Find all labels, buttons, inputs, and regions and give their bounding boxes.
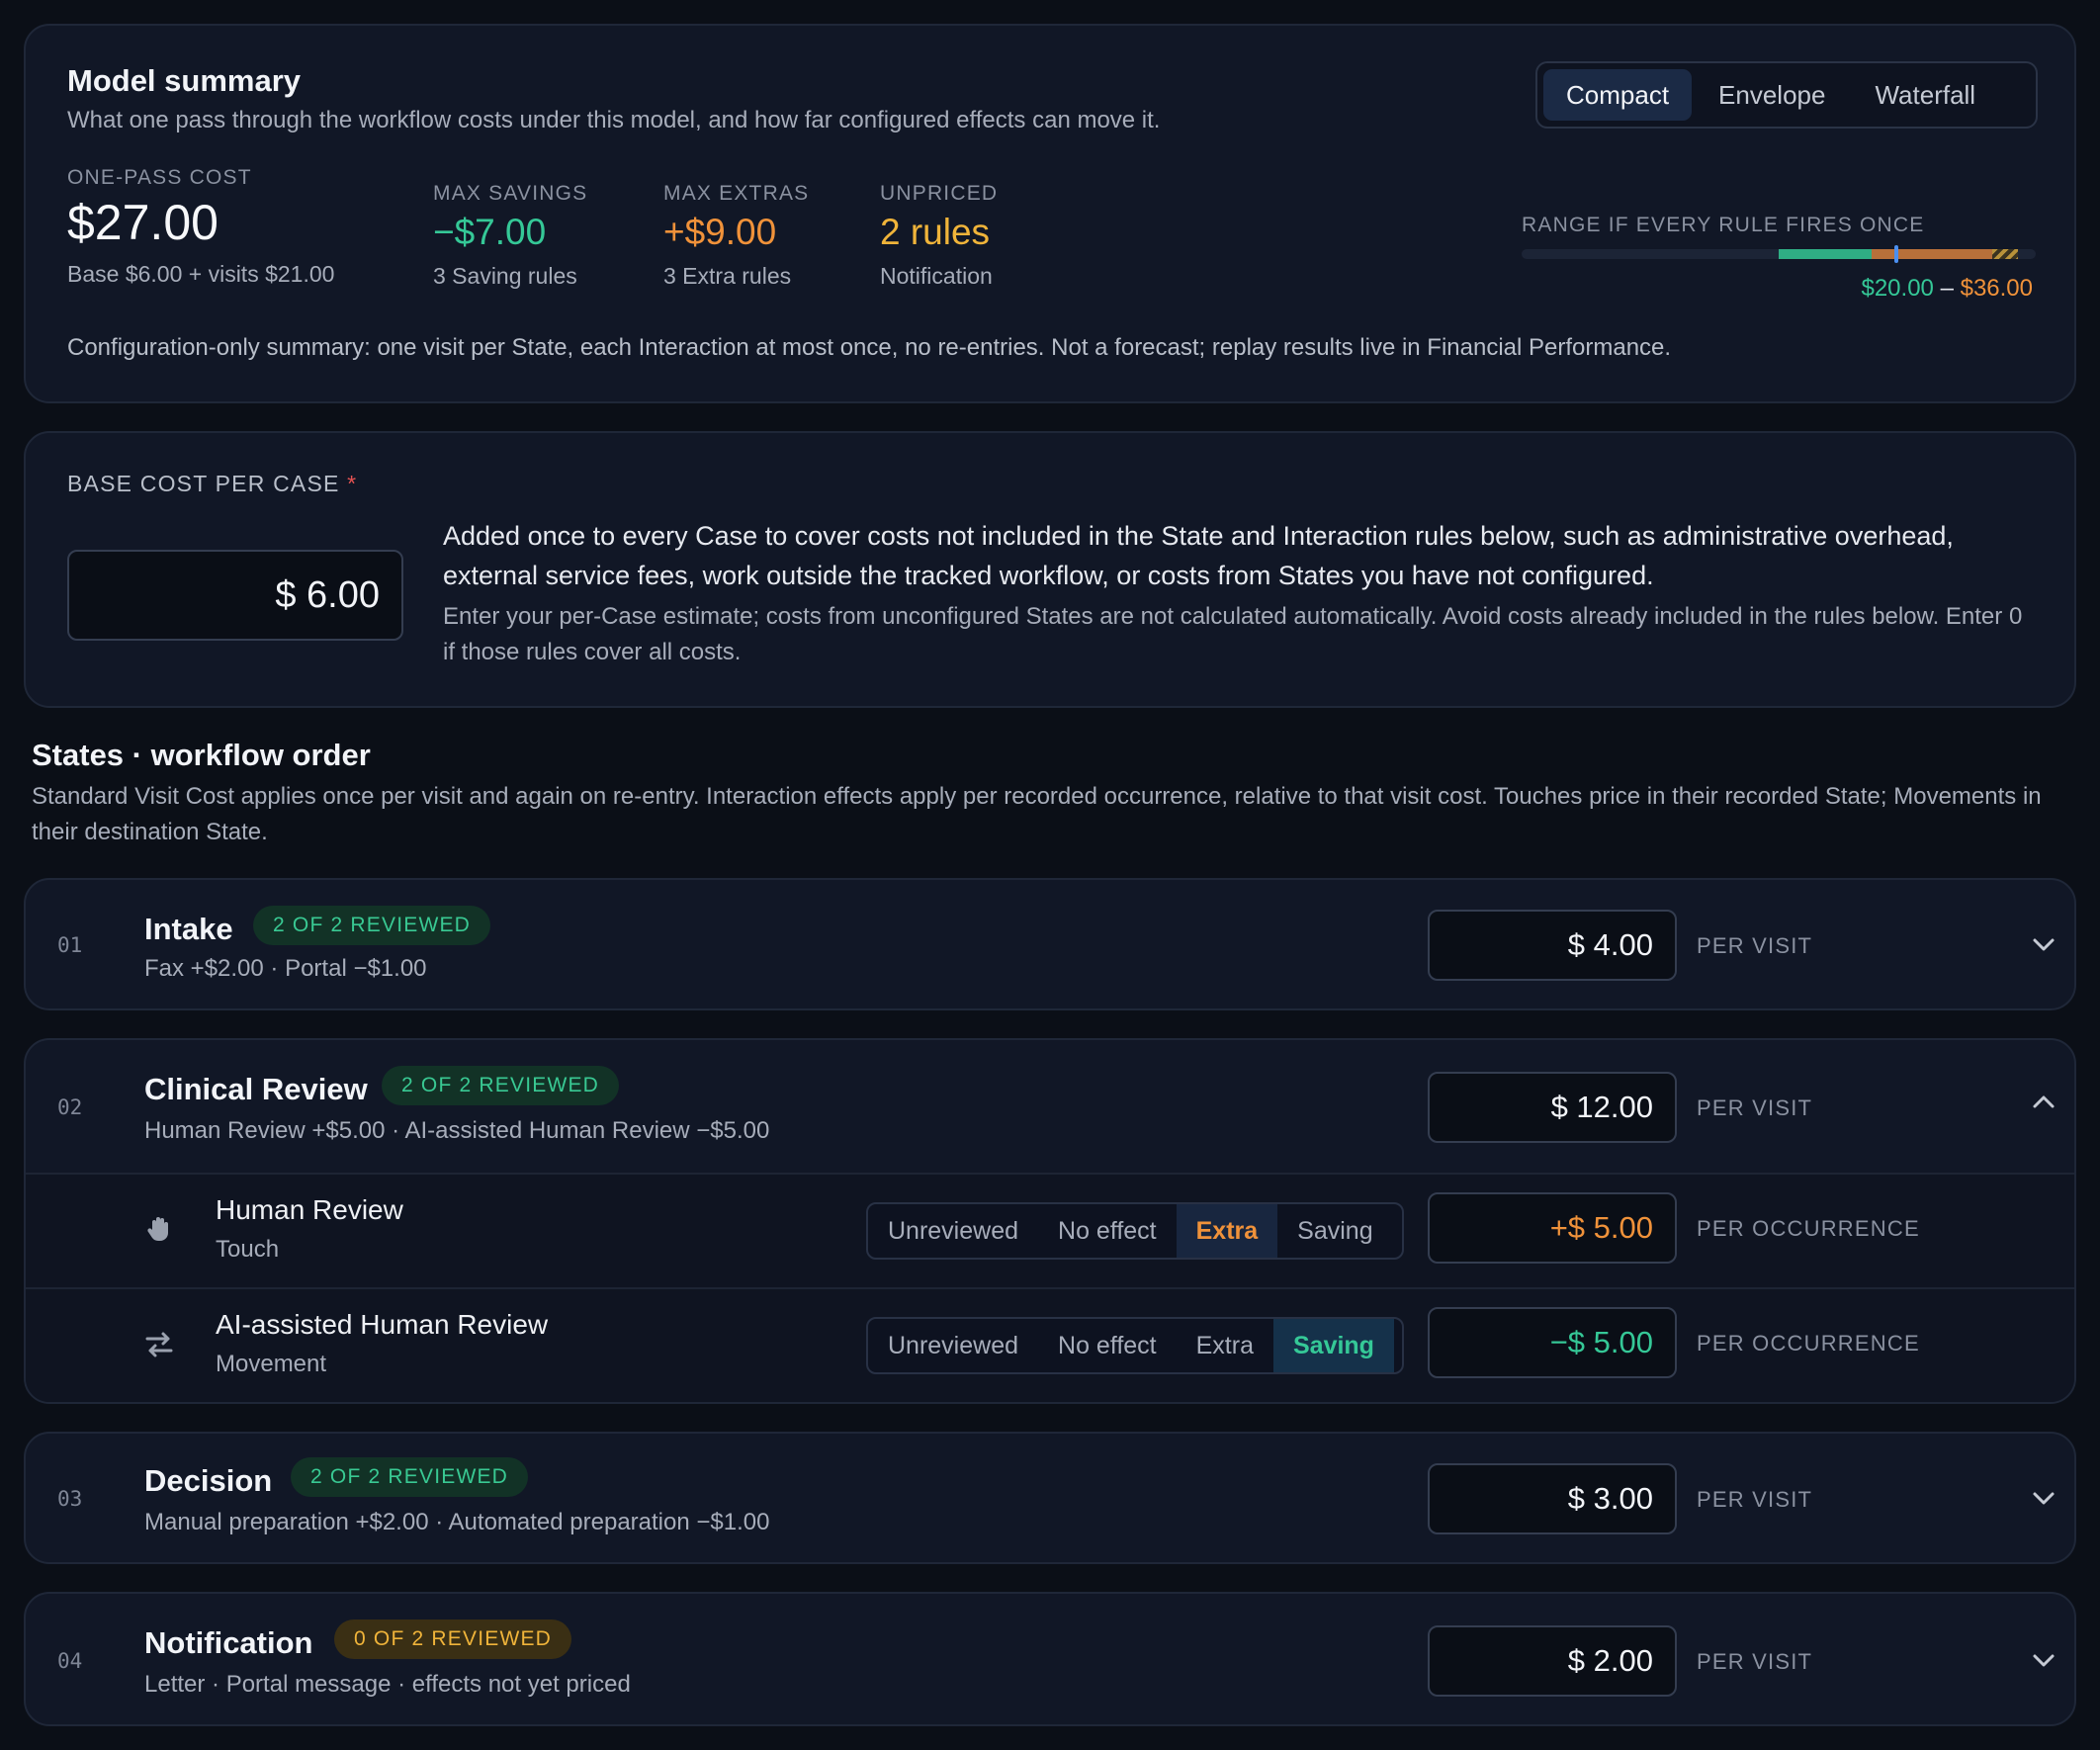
effect-extra-option[interactable]: Extra: [1177, 1319, 1273, 1372]
view-compact-button[interactable]: Compact: [1543, 69, 1693, 121]
state-card-notification[interactable]: 04 Notification 0 OF 2 REVIEWED Letter ·…: [24, 1592, 2076, 1726]
review-status-badge: 0 OF 2 REVIEWED: [334, 1619, 572, 1659]
hand-icon: [147, 1217, 168, 1241]
max-extras-label: MAX EXTRAS: [663, 182, 810, 205]
max-savings-value: −$7.00: [433, 212, 547, 252]
state-number: 01: [57, 933, 83, 957]
base-cost-note: Enter your per-Case estimate; costs from…: [443, 603, 2023, 665]
interaction-name: Human Review: [216, 1194, 403, 1225]
unpriced-label: UNPRICED: [880, 182, 999, 205]
required-marker: *: [347, 471, 358, 496]
interaction-row-human-review: Human Review Touch Unreviewed No effect …: [26, 1173, 2074, 1287]
state-effects-summary: Letter · Portal message · effects not ye…: [144, 1671, 631, 1698]
max-extras-sub: 3 Extra rules: [663, 263, 792, 289]
state-effects-summary: Fax +$2.00 · Portal −$1.00: [144, 955, 427, 982]
one-pass-breakdown: Base $6.00 + visits $21.00: [67, 261, 335, 287]
unpriced-value: 2 rules: [880, 212, 991, 252]
base-cost-input[interactable]: $ 6.00: [67, 550, 403, 641]
summary-footnote: Configuration-only summary: one visit pe…: [67, 334, 1672, 361]
states-description: Standard Visit Cost applies once per vis…: [32, 783, 2042, 845]
effect-saving-option[interactable]: Saving: [1277, 1204, 1392, 1258]
visit-cost-input[interactable]: $ 2.00: [1428, 1625, 1677, 1697]
state-name: Clinical Review: [144, 1072, 368, 1106]
range-current-marker: [1894, 245, 1898, 263]
view-waterfall-button[interactable]: Waterfall: [1852, 69, 1998, 121]
effect-extra-option[interactable]: Extra: [1176, 1204, 1278, 1258]
state-effects-summary: Human Review +$5.00 · AI-assisted Human …: [144, 1117, 770, 1144]
effect-unreviewed-option[interactable]: Unreviewed: [868, 1204, 1038, 1258]
model-summary-card: Model summary What one pass through the …: [24, 24, 2076, 403]
one-pass-value: $27.00: [67, 195, 219, 250]
state-number: 02: [57, 1095, 83, 1119]
arrows-swap-icon: [145, 1332, 173, 1357]
effect-unreviewed-option[interactable]: Unreviewed: [868, 1319, 1038, 1372]
review-status-badge: 2 OF 2 REVIEWED: [382, 1066, 620, 1105]
effect-no-effect-option[interactable]: No effect: [1038, 1319, 1177, 1372]
base-cost-card: BASE COST PER CASE * $ 6.00 Added once t…: [24, 431, 2076, 708]
max-savings-sub: 3 Saving rules: [433, 263, 577, 289]
effect-no-effect-option[interactable]: No effect: [1038, 1204, 1177, 1258]
state-effects-summary: Manual preparation +$2.00 · Automated pr…: [144, 1509, 770, 1535]
state-number: 03: [57, 1487, 83, 1511]
max-savings-label: MAX SAVINGS: [433, 182, 588, 205]
max-savings-metric: MAX SAVINGS −$7.00 3 Saving rules: [433, 182, 587, 290]
range-extras-segment: [1872, 249, 1992, 259]
state-number: 04: [57, 1649, 83, 1673]
state-card-intake[interactable]: 01 Intake 2 OF 2 REVIEWED Fax +$2.00 · P…: [24, 878, 2076, 1010]
chevron-down-icon[interactable]: [2029, 1483, 2058, 1513]
range-separator: –: [1940, 275, 1954, 302]
range-label: RANGE IF EVERY RULE FIRES ONCE: [1522, 214, 1925, 236]
chevron-down-icon[interactable]: [2029, 1645, 2058, 1675]
range-bar: [1522, 249, 2036, 259]
review-status-badge: 2 OF 2 REVIEWED: [291, 1457, 529, 1497]
state-card-clinical-review[interactable]: 02 Clinical Review 2 OF 2 REVIEWED Human…: [24, 1038, 2076, 1404]
unpriced-metric: UNPRICED 2 rules Notification: [880, 182, 998, 290]
view-switcher: Compact Envelope Waterfall: [1535, 61, 2038, 129]
base-cost-label-text: BASE COST PER CASE: [67, 471, 340, 496]
unit-label: PER VISIT: [1697, 1649, 1813, 1674]
state-name: Decision: [144, 1463, 273, 1498]
base-cost-description: Added once to every Case to cover costs …: [443, 521, 1954, 590]
effect-selector: Unreviewed No effect Extra Saving: [866, 1317, 1404, 1374]
interaction-name: AI-assisted Human Review: [216, 1309, 549, 1340]
one-pass-label: ONE-PASS COST: [67, 166, 252, 189]
view-envelope-button[interactable]: Envelope: [1696, 69, 1848, 121]
range-values: $20.00 – $36.00: [1861, 275, 2033, 303]
state-name: Intake: [144, 912, 233, 946]
state-card-decision[interactable]: 03 Decision 2 OF 2 REVIEWED Manual prepa…: [24, 1432, 2076, 1564]
chevron-up-icon[interactable]: [2029, 1088, 2058, 1117]
unit-label: PER VISIT: [1697, 933, 1813, 958]
one-pass-metric: ONE-PASS COST $27.00 Base $6.00 + visits…: [67, 166, 334, 288]
effect-selector: Unreviewed No effect Extra Saving: [866, 1202, 1404, 1260]
visit-cost-input[interactable]: $ 12.00: [1428, 1072, 1677, 1143]
range-unpriced-segment: [1992, 249, 2018, 259]
unit-label: PER VISIT: [1697, 1095, 1813, 1120]
max-extras-value: +$9.00: [663, 212, 777, 252]
occurrence-amount-input[interactable]: −$ 5.00: [1428, 1307, 1677, 1378]
unit-label: PER OCCURRENCE: [1697, 1216, 1920, 1241]
chevron-down-icon[interactable]: [2029, 929, 2058, 959]
effect-saving-option[interactable]: Saving: [1272, 1319, 1394, 1372]
range-high: $36.00: [1960, 275, 2033, 302]
interaction-row-ai-assisted-human-review: AI-assisted Human Review Movement Unrevi…: [26, 1287, 2074, 1402]
unit-label: PER VISIT: [1697, 1487, 1813, 1512]
range-low: $20.00: [1861, 275, 1934, 302]
max-extras-metric: MAX EXTRAS +$9.00 3 Extra rules: [663, 182, 809, 290]
summary-subtitle: What one pass through the workflow costs…: [67, 107, 1161, 133]
visit-cost-input[interactable]: $ 4.00: [1428, 910, 1677, 981]
summary-title: Model summary: [67, 63, 302, 98]
base-cost-label: BASE COST PER CASE *: [67, 471, 357, 497]
unpriced-sub: Notification: [880, 263, 993, 289]
states-title: States · workflow order: [32, 738, 371, 772]
review-status-badge: 2 OF 2 REVIEWED: [253, 906, 491, 945]
range-savings-segment: [1779, 249, 1872, 259]
interaction-type: Movement: [216, 1351, 327, 1377]
occurrence-amount-input[interactable]: +$ 5.00: [1428, 1192, 1677, 1264]
interaction-type: Touch: [216, 1236, 280, 1263]
visit-cost-input[interactable]: $ 3.00: [1428, 1463, 1677, 1534]
unit-label: PER OCCURRENCE: [1697, 1331, 1920, 1356]
state-name: Notification: [144, 1625, 313, 1660]
